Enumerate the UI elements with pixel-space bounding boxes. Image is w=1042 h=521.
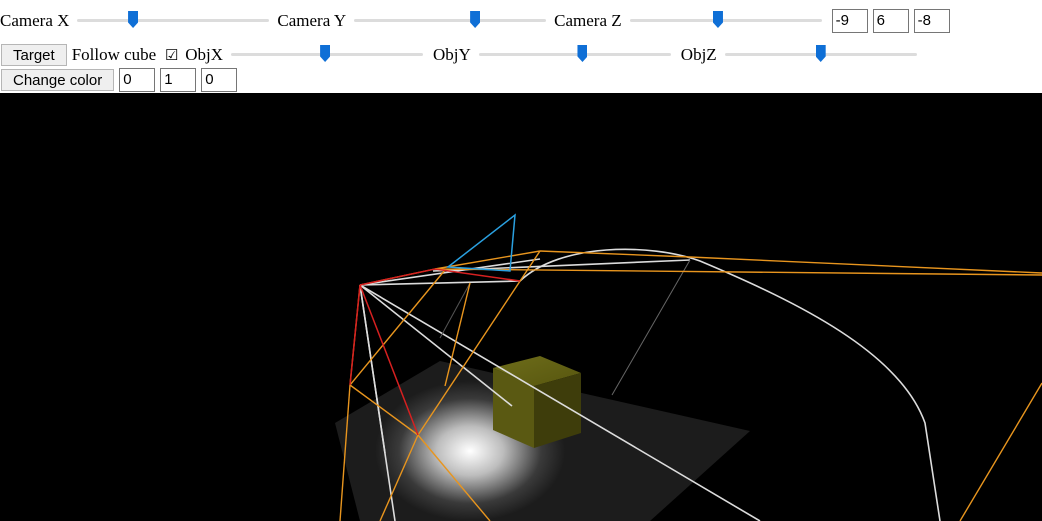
color-r-input[interactable]: 0: [119, 68, 156, 92]
objx-label: ObjX: [185, 45, 224, 64]
camera-y-input[interactable]: 6: [872, 9, 909, 33]
color-b-input[interactable]: 0: [201, 68, 238, 92]
objz-slider[interactable]: [724, 45, 917, 64]
camera-controls-row: Camera X Camera Y Camera Z -9 6 -8: [0, 8, 955, 34]
camera-z-input[interactable]: -8: [913, 9, 950, 33]
object-controls-row: Target Follow cube ☑ ObjX ObjY ObjZ: [0, 42, 921, 68]
camera-x-slider[interactable]: [77, 11, 270, 30]
change-color-button[interactable]: Change color: [1, 69, 115, 91]
objz-label: ObjZ: [680, 45, 717, 64]
camera-y-label: Camera Y: [277, 11, 347, 30]
camera-x-input[interactable]: -9: [831, 9, 868, 33]
camera-y-slider[interactable]: [354, 11, 547, 30]
follow-cube-label: Follow cube: [71, 45, 157, 64]
scene-render: [335, 213, 1042, 521]
camera-x-label: Camera X: [0, 11, 70, 30]
objy-slider[interactable]: [478, 45, 671, 64]
target-indicator: [445, 213, 516, 272]
scene-canvas[interactable]: [0, 93, 1042, 521]
objx-slider[interactable]: [231, 45, 424, 64]
objy-label: ObjY: [433, 45, 471, 64]
color-g-input[interactable]: 1: [160, 68, 197, 92]
color-controls-row: Change color 0 1 0: [0, 67, 242, 93]
camera-z-label: Camera Z: [554, 11, 622, 30]
target-button[interactable]: Target: [1, 44, 67, 66]
camera-z-slider[interactable]: [629, 11, 822, 30]
follow-cube-checkbox[interactable]: ☑: [164, 46, 179, 65]
